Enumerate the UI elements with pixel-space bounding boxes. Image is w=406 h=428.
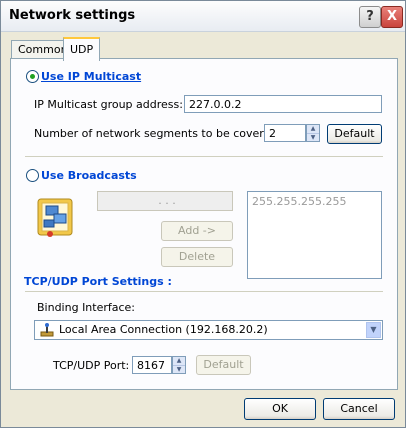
broadcast-address-list[interactable]: 255.255.255.255 [247,191,382,279]
use-multicast-radio[interactable] [26,70,39,83]
cancel-button[interactable]: Cancel [323,398,395,420]
port-input[interactable]: 8167 [132,356,172,374]
close-icon: X [386,9,398,24]
port-settings-heading: TCP/UDP Port Settings : [24,275,172,288]
port-stepper[interactable]: ▲ ▼ [172,356,186,374]
network-connection-icon [39,322,55,338]
network-computers-icon [36,195,76,239]
udp-panel: Use IP Multicast IP Multicast group addr… [10,58,398,390]
chevron-up-icon[interactable]: ▲ [307,125,319,134]
dialog-title: Network settings [9,8,136,23]
binding-interface-value: Local Area Connection (192.168.20.2) [59,323,268,336]
title-bar: Network settings ? X [1,1,405,32]
port-default-button[interactable]: Default [196,355,251,375]
close-button[interactable]: X [381,6,403,28]
chevron-up-icon[interactable]: ▲ [173,357,185,366]
network-settings-dialog: Network settings ? X Common UDP Use IP M… [0,0,406,428]
group-address-input[interactable]: 227.0.0.2 [184,95,382,113]
segments-label: Number of network segments to be covered… [34,127,282,140]
port-label: TCP/UDP Port: [53,359,130,372]
broadcast-ip-input[interactable]: . . . [97,191,233,211]
list-item[interactable]: 255.255.255.255 [252,195,377,208]
group-address-label: IP Multicast group address: [34,98,183,111]
multicast-default-button[interactable]: Default [327,124,382,144]
add-button[interactable]: Add -> [161,221,233,241]
use-broadcasts-radio[interactable] [26,169,39,182]
use-multicast-label[interactable]: Use IP Multicast [41,70,141,83]
divider [25,291,383,292]
help-icon: ? [366,9,374,24]
use-broadcasts-label[interactable]: Use Broadcasts [41,169,137,182]
ok-button[interactable]: OK [244,398,316,420]
delete-button[interactable]: Delete [161,247,233,267]
binding-interface-select[interactable]: Local Area Connection (192.168.20.2) ▼ [34,320,383,340]
radio-selected-dot [30,74,35,79]
chevron-down-icon[interactable]: ▼ [173,366,185,374]
help-button[interactable]: ? [359,6,381,28]
chevron-down-icon[interactable]: ▼ [307,134,319,142]
segments-stepper[interactable]: ▲ ▼ [306,124,320,142]
binding-interface-label: Binding Interface: [37,301,136,314]
segments-input[interactable]: 2 [264,124,306,142]
divider [25,156,383,157]
tab-udp[interactable]: UDP [63,37,101,61]
chevron-down-icon[interactable]: ▼ [366,322,381,338]
